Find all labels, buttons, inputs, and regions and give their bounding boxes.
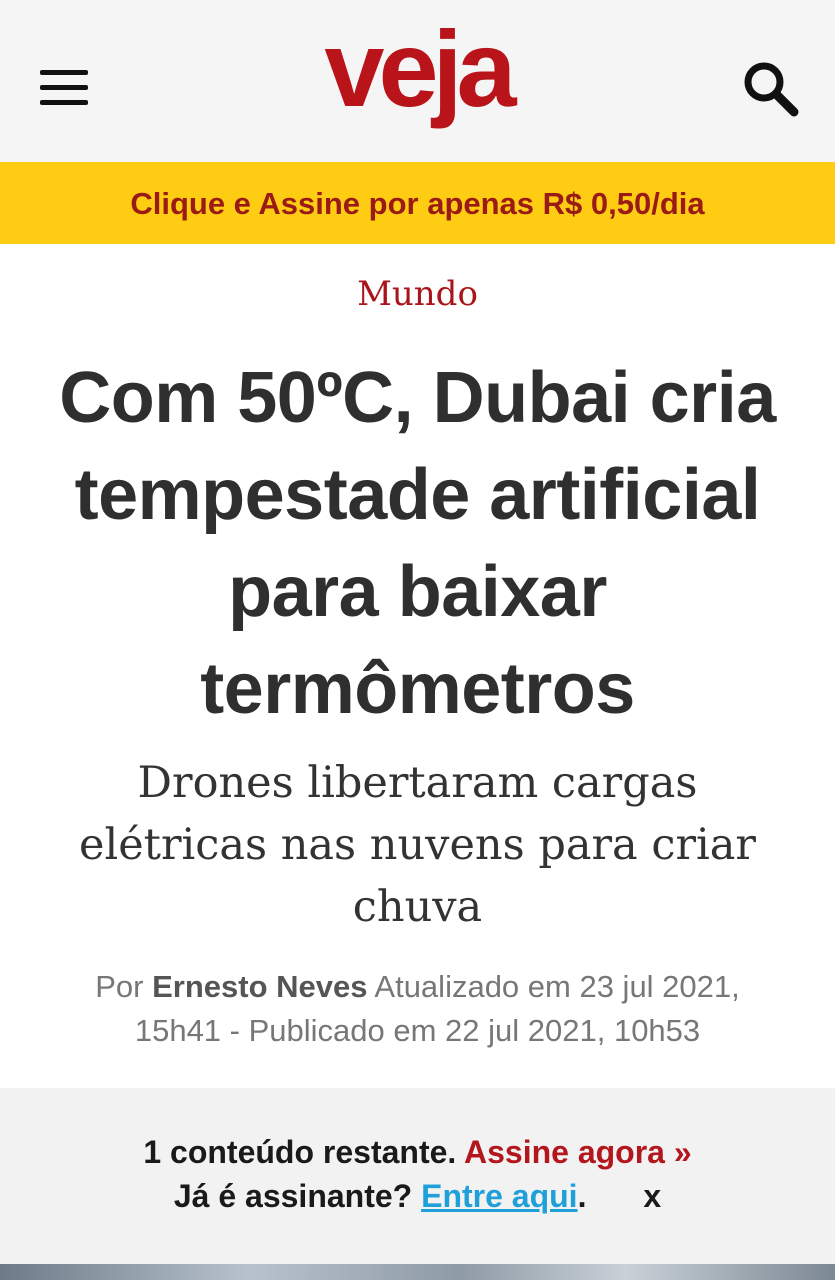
site-header: veja	[0, 0, 835, 162]
paywall-banner: 1 conteúdo restante. Assine agora » Já é…	[0, 1088, 835, 1264]
subscribe-now-link[interactable]: Assine agora »	[464, 1134, 692, 1170]
byline-author[interactable]: Ernesto Neves	[152, 969, 367, 1004]
subscribe-promo-banner[interactable]: Clique e Assine por apenas R$ 0,50/dia	[0, 162, 835, 244]
remaining-content-text: 1 conteúdo restante.	[143, 1134, 457, 1170]
paywall-remaining-line: 1 conteúdo restante. Assine agora »	[0, 1130, 835, 1174]
close-paywall-button[interactable]: x	[643, 1174, 661, 1218]
paywall-login-line: Já é assinante? Entre aqui. x	[0, 1174, 835, 1218]
article-category[interactable]: Mundo	[0, 270, 835, 318]
article-headline: Com 50ºC, Dubai cria tempestade artifici…	[59, 358, 776, 729]
veja-logo[interactable]: veja	[0, 14, 835, 144]
article-subtitle: Drones libertaram cargas elétricas nas n…	[79, 758, 756, 932]
byline-prefix: Por	[95, 969, 144, 1004]
article-byline: Por Ernesto Neves Atualizado em 23 jul 2…	[60, 965, 775, 1053]
search-icon[interactable]	[740, 58, 800, 118]
login-period: .	[577, 1178, 587, 1214]
article-image-edge	[0, 1264, 835, 1280]
subscriber-question: Já é assinante?	[173, 1178, 413, 1214]
search-icon-graphic	[744, 62, 799, 117]
login-link[interactable]: Entre aqui	[421, 1178, 577, 1214]
